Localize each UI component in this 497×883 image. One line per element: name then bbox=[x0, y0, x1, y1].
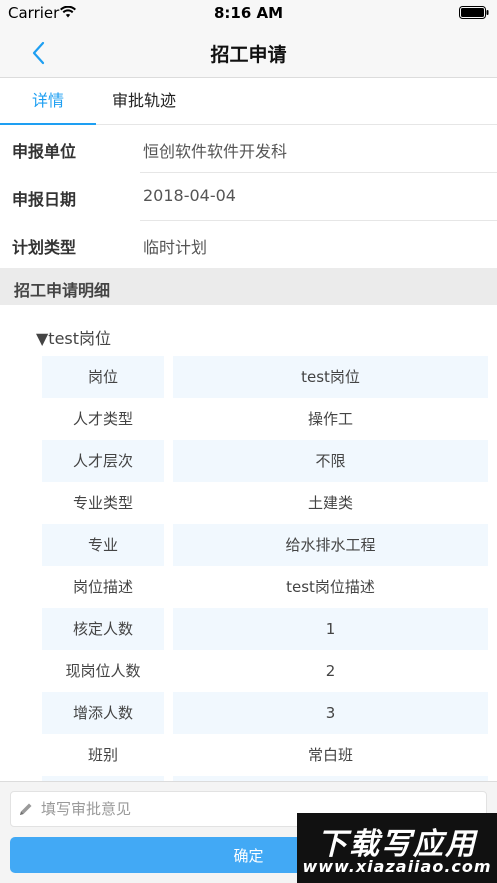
table-row: 人才层次 不限 bbox=[42, 440, 488, 482]
table-row: 班别 常白班 bbox=[42, 734, 488, 776]
status-bar: Carrier 8:16 AM bbox=[0, 0, 497, 26]
table-row: 岗位描述 test岗位描述 bbox=[42, 566, 488, 608]
info-label: 申报单位 bbox=[12, 142, 77, 161]
info-label: 申报日期 bbox=[12, 190, 77, 209]
pencil-icon bbox=[20, 803, 32, 815]
detail-key: 核定人数 bbox=[42, 608, 164, 650]
detail-value: 土建类 bbox=[307, 494, 353, 512]
table-row: 人才类型 操作工 bbox=[42, 398, 488, 440]
detail-key: 现岗位人数 bbox=[65, 662, 141, 680]
info-row-unit: 申报单位 恒创软件软件开发科 bbox=[0, 125, 497, 173]
detail-key: 岗位描述 bbox=[72, 578, 133, 596]
detail-value: 操作工 bbox=[307, 410, 353, 428]
detail-key: 专业 bbox=[42, 524, 164, 566]
table-row: 现岗位人数 2 bbox=[42, 650, 488, 692]
tab-details[interactable]: 详情 bbox=[0, 78, 96, 125]
watermark-url: www.xiazaiiao.com bbox=[302, 857, 492, 876]
table-row: 专业 给水排水工程 bbox=[42, 524, 488, 566]
detail-value: test岗位 bbox=[173, 356, 488, 398]
detail-value: 常白班 bbox=[307, 746, 353, 764]
detail-key: 专业类型 bbox=[72, 494, 133, 512]
watermark-logo: 下载写应用 www.xiazaiiao.com bbox=[297, 813, 497, 883]
status-time: 8:16 AM bbox=[213, 4, 284, 22]
tab-bar: 详情 审批轨迹 bbox=[0, 78, 497, 125]
table-row: 增添人数 3 bbox=[42, 692, 488, 734]
info-value: 临时计划 bbox=[143, 238, 208, 257]
detail-key: 人才类型 bbox=[72, 410, 133, 428]
navigation-bar: 招工申请 bbox=[0, 26, 497, 78]
info-value: 恒创软件软件开发科 bbox=[143, 142, 288, 161]
table-row: 专业类型 土建类 bbox=[42, 482, 488, 524]
table-row: 核定人数 1 bbox=[42, 608, 488, 650]
detail-value: 给水排水工程 bbox=[173, 524, 488, 566]
info-label: 计划类型 bbox=[12, 238, 77, 257]
info-row-date: 申报日期 2018-04-04 bbox=[0, 173, 497, 221]
detail-table: 岗位 test岗位 人才类型 操作工 人才层次 不限 专业类型 土建类 专业 给… bbox=[42, 356, 488, 781]
battery-icon bbox=[459, 6, 489, 19]
detail-value: 3 bbox=[173, 692, 488, 734]
detail-value: test岗位描述 bbox=[286, 578, 375, 596]
page-title: 招工申请 bbox=[210, 44, 287, 66]
table-row: 岗位 test岗位 bbox=[42, 356, 488, 398]
detail-value: 1 bbox=[173, 608, 488, 650]
section-header: 招工申请明细 bbox=[0, 268, 497, 305]
detail-value: 不限 bbox=[173, 440, 488, 482]
detail-value: 2 bbox=[325, 662, 336, 680]
section-title: 招工申请明细 bbox=[14, 281, 111, 300]
info-row-plan-type: 计划类型 临时计划 bbox=[0, 221, 497, 269]
info-value: 2018-04-04 bbox=[143, 186, 236, 205]
detail-key: 班别 bbox=[87, 746, 118, 764]
group-toggle[interactable]: ▼test岗位 bbox=[36, 325, 111, 349]
detail-key: 岗位 bbox=[42, 356, 164, 398]
tab-approval-track[interactable]: 审批轨迹 bbox=[96, 78, 192, 125]
detail-key: 增添人数 bbox=[42, 692, 164, 734]
detail-key: 人才层次 bbox=[42, 440, 164, 482]
